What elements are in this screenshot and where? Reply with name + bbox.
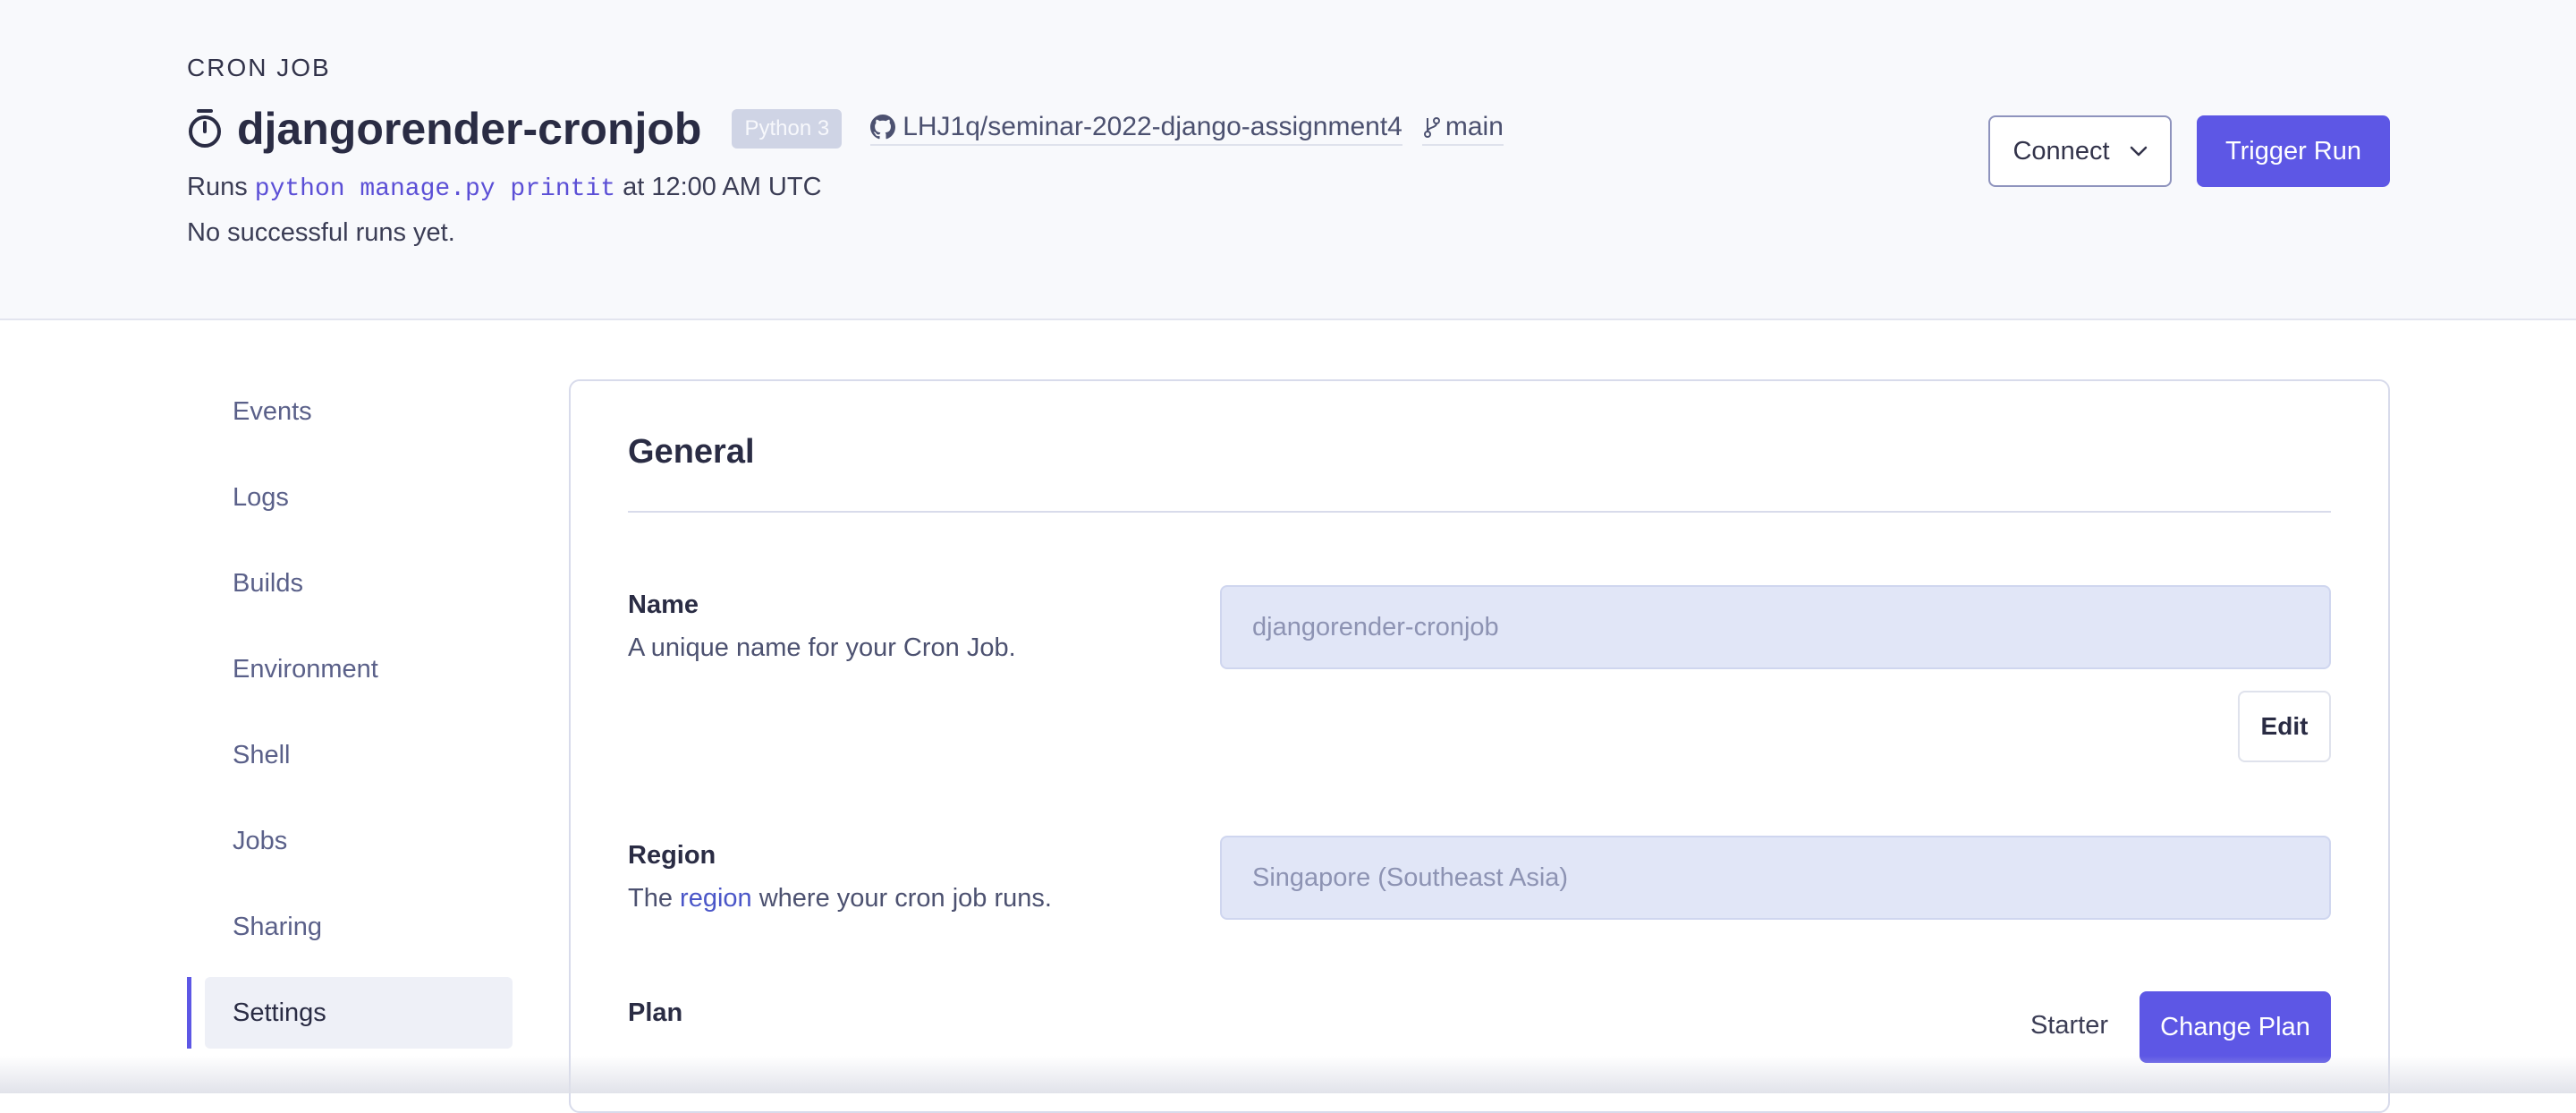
- command-code: python manage.py printit: [254, 175, 616, 203]
- repo-link[interactable]: LHJ1q/seminar-2022-django-assignment4: [870, 112, 1402, 146]
- name-description: A unique name for your Cron Job.: [628, 633, 1016, 662]
- name-field-value: djangorender-cronjob: [1252, 612, 1499, 641]
- sidebar-item-sharing[interactable]: Sharing: [187, 891, 513, 963]
- edit-name-button[interactable]: Edit: [2238, 691, 2331, 762]
- service-header: CRON JOB djangorender-cronjob Python 3 L…: [0, 0, 2576, 320]
- connect-label: Connect: [2012, 136, 2110, 166]
- title-row: djangorender-cronjob Python 3 LHJ1q/semi…: [187, 100, 1504, 157]
- general-settings-panel: General Name A unique name for your Cron…: [569, 379, 2390, 1113]
- service-type-label: CRON JOB: [187, 54, 331, 81]
- change-plan-button[interactable]: Change Plan: [2140, 991, 2331, 1063]
- branch-link[interactable]: main: [1421, 112, 1504, 146]
- git-branch-icon: [1423, 117, 1440, 138]
- sidebar-nav: Events Logs Builds Environment Shell Job…: [187, 376, 513, 1063]
- region-field-value: Singapore (Southeast Asia): [1252, 862, 1569, 892]
- region-description: The region where your cron job runs.: [628, 884, 1052, 913]
- run-status-text: No successful runs yet.: [187, 218, 455, 247]
- runtime-badge: Python 3: [732, 109, 843, 149]
- github-icon: [870, 115, 896, 140]
- region-desc-prefix: The: [628, 884, 673, 913]
- sidebar-item-jobs[interactable]: Jobs: [187, 805, 513, 877]
- stopwatch-icon: [189, 109, 221, 148]
- branch-name: main: [1445, 112, 1504, 141]
- sidebar-item-events[interactable]: Events: [187, 376, 513, 447]
- sidebar-item-settings[interactable]: Settings: [187, 977, 513, 1049]
- schedule-text: at 12:00 AM UTC: [623, 173, 822, 201]
- name-label: Name: [628, 590, 699, 619]
- region-desc-suffix: where your cron job runs.: [758, 884, 1052, 913]
- sidebar-item-builds[interactable]: Builds: [187, 548, 513, 619]
- region-field: Singapore (Southeast Asia): [1220, 836, 2331, 920]
- sidebar-item-logs[interactable]: Logs: [187, 462, 513, 533]
- runs-prefix: Runs: [187, 173, 248, 201]
- sidebar-item-shell[interactable]: Shell: [187, 719, 513, 791]
- sidebar-item-environment[interactable]: Environment: [187, 633, 513, 705]
- schedule-line: Runs python manage.py printit at 12:00 A…: [187, 173, 822, 203]
- connect-button[interactable]: Connect: [1988, 115, 2172, 187]
- repo-name: LHJ1q/seminar-2022-django-assignment4: [902, 112, 1402, 141]
- plan-value: Starter: [2030, 1011, 2109, 1040]
- section-title: General: [628, 433, 755, 471]
- chevron-down-icon: [2130, 146, 2147, 157]
- trigger-run-button[interactable]: Trigger Run: [2197, 115, 2390, 187]
- service-name: djangorender-cronjob: [237, 104, 702, 154]
- region-label: Region: [628, 841, 716, 870]
- region-link[interactable]: region: [680, 884, 752, 913]
- divider: [628, 511, 2331, 513]
- plan-label: Plan: [628, 998, 683, 1027]
- name-field[interactable]: djangorender-cronjob: [1220, 585, 2331, 669]
